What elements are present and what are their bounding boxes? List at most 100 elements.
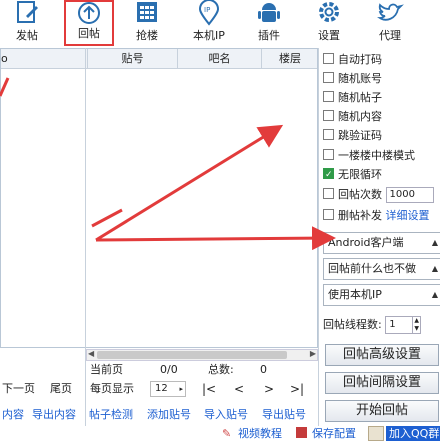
toolbar-local-ip-label: 本机IP: [193, 29, 225, 42]
delete-supplement-option[interactable]: 删帖补发 详细设置: [323, 207, 430, 225]
twitter-bird-icon: [377, 3, 404, 21]
column-header-post-id[interactable]: 贴号: [87, 49, 177, 69]
ip-mode-caret-icon: ▲: [431, 290, 438, 299]
svg-text:IP: IP: [204, 6, 210, 14]
floor-in-floor-option[interactable]: 一楼楼中楼模式: [323, 147, 415, 165]
advanced-settings-button[interactable]: 回帖高级设置: [325, 344, 439, 366]
current-page-label: 当前页: [90, 363, 123, 376]
toolbar-post-label: 发帖: [16, 29, 38, 42]
interval-settings-button[interactable]: 回帖间隔设置: [325, 372, 439, 394]
save-config-link[interactable]: 保存配置: [312, 426, 356, 442]
toolbar-settings-button[interactable]: 设置: [308, 0, 350, 46]
client-caret-icon: ▲: [431, 238, 438, 247]
column-divider: [85, 48, 86, 428]
reply-count-checkbox[interactable]: [323, 188, 334, 199]
footer-bar: ✎ 视频教程 保存配置 加入QQ群: [0, 426, 440, 442]
auto-captcha-label: 自动打码: [338, 53, 382, 66]
video-wand-icon: ✎: [222, 427, 232, 440]
client-select-value: Android客户端: [328, 236, 404, 249]
delete-supplement-checkbox[interactable]: [323, 209, 334, 220]
random-content-checkbox[interactable]: [323, 110, 334, 121]
calendar-grid-icon: [137, 2, 157, 22]
infinite-loop-label: 无限循环: [338, 168, 382, 181]
toolbar-post-button[interactable]: 发帖: [2, 0, 52, 46]
last-page-button[interactable]: >|: [290, 381, 304, 397]
random-content-option[interactable]: 随机内容: [323, 108, 382, 126]
toolbar-grab-floor-label: 抢楼: [136, 29, 158, 42]
android-plugin-icon: [258, 3, 280, 22]
reply-count-input[interactable]: 1000: [385, 187, 434, 203]
detail-settings-link[interactable]: 详细设置: [386, 209, 430, 222]
column-header-floor[interactable]: 楼层: [261, 49, 318, 69]
random-post-option[interactable]: 随机帖子: [323, 89, 382, 107]
reply-settings-panel: 自动打码 随机账号 随机帖子 随机内容 跳验证码 一楼楼中楼模式 无限循环 回帖…: [318, 48, 440, 442]
column-header-partial[interactable]: o: [1, 49, 87, 69]
qq-penguin-icon: [368, 426, 384, 441]
video-tutorial-link[interactable]: 视频教程: [238, 426, 282, 442]
before-reply-select-value: 回帖前什么也不做: [328, 262, 416, 275]
scrollbar-thumb[interactable]: [97, 351, 287, 359]
delete-supplement-label: 删帖补发: [338, 209, 382, 222]
scroll-left-icon[interactable]: ◀: [88, 349, 94, 358]
save-disk-icon: [296, 427, 307, 438]
toolbar-grab-floor-button[interactable]: 抢楼: [124, 0, 170, 46]
reply-count-option[interactable]: 回帖次数 1000: [323, 186, 434, 204]
scroll-right-icon[interactable]: ▶: [310, 349, 316, 358]
toolbar-local-ip-button[interactable]: IP 本机IP: [184, 0, 234, 46]
floor-in-floor-label: 一楼楼中楼模式: [338, 149, 415, 162]
last-page-link[interactable]: 尾页: [50, 381, 72, 397]
spinner-arrows-icon[interactable]: ▲ ▼: [412, 317, 420, 333]
auto-captcha-checkbox[interactable]: [323, 53, 334, 64]
import-content-link[interactable]: 内容: [2, 407, 24, 423]
column-header-forum-name[interactable]: 吧名: [177, 49, 261, 69]
gear-icon: [319, 2, 339, 22]
post-check-link[interactable]: 帖子检测: [89, 407, 133, 423]
next-page-link[interactable]: 下一页: [2, 381, 35, 397]
per-page-label: 每页显示: [90, 382, 134, 395]
toolbar-proxy-label: 代理: [379, 29, 401, 42]
random-content-label: 随机内容: [338, 110, 382, 123]
thread-count-spinner[interactable]: 1 ▲ ▼: [385, 316, 422, 334]
thread-count-row: 回帖线程数: 1 ▲ ▼: [323, 316, 422, 334]
random-account-option[interactable]: 随机账号: [323, 70, 382, 88]
import-post-id-link[interactable]: 导入贴号: [204, 407, 248, 423]
next-page-button[interactable]: >: [264, 381, 274, 397]
random-post-checkbox[interactable]: [323, 91, 334, 102]
post-list-header: o 贴号 吧名 楼层: [1, 49, 317, 69]
before-reply-select[interactable]: 回帖前什么也不做 ▲: [323, 258, 440, 280]
auto-captcha-option[interactable]: 自动打码: [323, 51, 382, 69]
export-post-id-link[interactable]: 导出贴号: [262, 407, 306, 423]
skip-captcha-option[interactable]: 跳验证码: [323, 127, 382, 145]
current-page-value: 0/0: [160, 363, 178, 376]
total-value: 0: [260, 363, 267, 376]
toolbar-settings-label: 设置: [318, 29, 340, 42]
ip-mode-select-value: 使用本机IP: [328, 288, 382, 301]
infinite-loop-checkbox[interactable]: [323, 166, 334, 184]
prev-page-button[interactable]: <: [234, 381, 244, 397]
toolbar-plugin-button[interactable]: 插件: [248, 0, 290, 46]
random-post-label: 随机帖子: [338, 91, 382, 104]
start-reply-button[interactable]: 开始回帖: [325, 400, 439, 422]
export-content-link[interactable]: 导出内容: [32, 407, 76, 423]
skip-captcha-checkbox[interactable]: [323, 129, 334, 140]
add-post-id-link[interactable]: 添加贴号: [147, 407, 191, 423]
toolbar-proxy-button[interactable]: 代理: [366, 0, 414, 46]
per-page-caret-icon: ▸: [179, 385, 183, 393]
infinite-loop-option[interactable]: 无限循环: [323, 166, 382, 184]
per-page-select[interactable]: 12 ▸: [150, 381, 186, 397]
thread-count-label: 回帖线程数:: [323, 318, 382, 331]
post-list-panel[interactable]: o 贴号 吧名 楼层: [0, 48, 318, 348]
join-qq-group-button[interactable]: 加入QQ群: [386, 426, 440, 441]
toolbar-reply-label: 回帖: [78, 27, 100, 40]
per-page-value: 12: [155, 383, 168, 394]
first-page-button[interactable]: |<: [202, 381, 216, 397]
random-account-checkbox[interactable]: [323, 72, 334, 83]
horizontal-scrollbar[interactable]: ◀ ▶: [86, 349, 318, 361]
toolbar-plugin-label: 插件: [258, 29, 280, 42]
client-select[interactable]: Android客户端 ▲: [323, 232, 440, 254]
toolbar-reply-button[interactable]: 回帖: [64, 0, 114, 46]
ip-mode-select[interactable]: 使用本机IP ▲: [323, 284, 440, 306]
main-toolbar: 发帖 回帖 抢楼 IP 本机IP 插件 设置 代理: [0, 0, 440, 46]
thread-count-value: 1: [389, 319, 396, 330]
floor-in-floor-checkbox[interactable]: [323, 149, 334, 160]
